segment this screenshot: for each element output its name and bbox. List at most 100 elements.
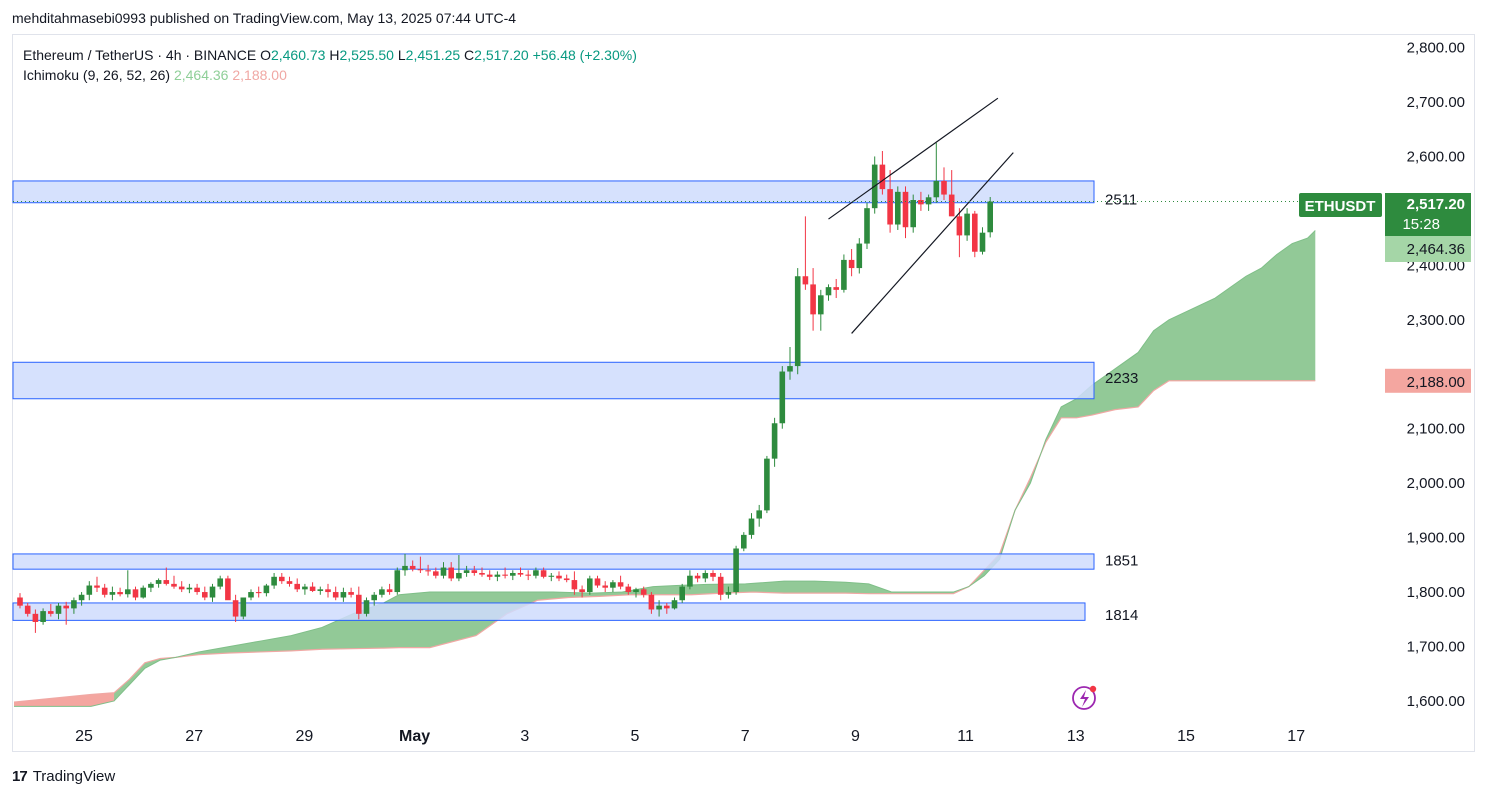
candle-body[interactable] bbox=[579, 589, 585, 593]
candle-body[interactable] bbox=[510, 572, 516, 576]
candle-body[interactable] bbox=[556, 575, 562, 579]
candle-body[interactable] bbox=[279, 576, 285, 582]
candle-body[interactable] bbox=[363, 600, 370, 614]
candle-body[interactable] bbox=[425, 570, 431, 572]
candle-body[interactable] bbox=[24, 605, 31, 614]
candle-body[interactable] bbox=[625, 586, 632, 593]
candle-body[interactable] bbox=[825, 287, 832, 296]
candle-body[interactable] bbox=[486, 574, 493, 577]
candle-body[interactable] bbox=[332, 592, 339, 598]
candle-body[interactable] bbox=[895, 191, 901, 225]
candle-body[interactable] bbox=[71, 600, 77, 609]
candle-body[interactable] bbox=[448, 567, 454, 579]
candle-body[interactable] bbox=[987, 201, 993, 233]
candle-body[interactable] bbox=[209, 586, 216, 598]
candle-body[interactable] bbox=[55, 605, 62, 614]
candle-body[interactable] bbox=[794, 276, 801, 367]
candle-body[interactable] bbox=[101, 587, 108, 595]
candle-body[interactable] bbox=[240, 597, 247, 617]
candle-body[interactable] bbox=[263, 585, 270, 594]
candle-body[interactable] bbox=[710, 572, 716, 577]
candle-body[interactable] bbox=[972, 213, 978, 252]
candle-body[interactable] bbox=[571, 580, 578, 590]
candle-body[interactable] bbox=[463, 570, 470, 573]
candle-body[interactable] bbox=[94, 585, 100, 588]
candle-body[interactable] bbox=[402, 565, 408, 571]
candle-body[interactable] bbox=[456, 572, 462, 579]
candle-body[interactable] bbox=[679, 586, 685, 601]
candle-body[interactable] bbox=[887, 189, 893, 225]
candle-body[interactable] bbox=[433, 571, 439, 576]
support-resistance-zone[interactable] bbox=[12, 553, 1095, 570]
candle-body[interactable] bbox=[309, 586, 316, 591]
candle-body[interactable] bbox=[617, 582, 624, 587]
candle-body[interactable] bbox=[664, 605, 670, 609]
candle-body[interactable] bbox=[948, 194, 955, 217]
candle-body[interactable] bbox=[694, 575, 701, 579]
candle-body[interactable] bbox=[540, 570, 547, 577]
candle-body[interactable] bbox=[602, 585, 608, 588]
candle-body[interactable] bbox=[117, 592, 123, 595]
candle-body[interactable] bbox=[533, 570, 539, 576]
candle-body[interactable] bbox=[856, 243, 863, 269]
candle-body[interactable] bbox=[17, 597, 23, 606]
candle-body[interactable] bbox=[317, 589, 324, 591]
candle-body[interactable] bbox=[717, 576, 724, 595]
candle-body[interactable] bbox=[148, 583, 154, 588]
candle-body[interactable] bbox=[125, 589, 131, 595]
candle-body[interactable] bbox=[741, 534, 747, 549]
candle-body[interactable] bbox=[409, 565, 416, 570]
candle-body[interactable] bbox=[802, 276, 809, 285]
candle-body[interactable] bbox=[217, 578, 223, 587]
support-resistance-zone[interactable] bbox=[12, 602, 1086, 621]
candle-body[interactable] bbox=[255, 592, 262, 594]
candle-body[interactable] bbox=[202, 592, 208, 598]
candle-body[interactable] bbox=[563, 578, 570, 581]
candle-body[interactable] bbox=[756, 510, 762, 519]
candle-body[interactable] bbox=[548, 575, 555, 577]
candle-body[interactable] bbox=[371, 594, 377, 601]
candle-body[interactable] bbox=[155, 580, 162, 584]
support-resistance-zone[interactable] bbox=[12, 180, 1095, 204]
support-resistance-zone[interactable] bbox=[12, 361, 1095, 400]
candle-body[interactable] bbox=[232, 600, 239, 617]
candle-body[interactable] bbox=[702, 572, 709, 579]
candle-body[interactable] bbox=[394, 570, 401, 593]
candle-body[interactable] bbox=[671, 600, 678, 609]
candle-body[interactable] bbox=[725, 592, 732, 595]
candle-body[interactable] bbox=[818, 295, 824, 315]
candle-body[interactable] bbox=[656, 605, 662, 610]
candle-body[interactable] bbox=[325, 589, 331, 593]
candle-body[interactable] bbox=[225, 578, 231, 601]
candle-body[interactable] bbox=[594, 578, 601, 586]
candle-body[interactable] bbox=[186, 587, 193, 590]
candle-body[interactable] bbox=[848, 259, 855, 269]
candle-body[interactable] bbox=[63, 605, 69, 609]
candle-body[interactable] bbox=[386, 589, 393, 593]
candle-body[interactable] bbox=[687, 575, 693, 587]
candle-body[interactable] bbox=[525, 574, 531, 576]
candle-body[interactable] bbox=[140, 587, 146, 598]
candle-body[interactable] bbox=[178, 586, 185, 590]
candle-body[interactable] bbox=[502, 574, 508, 576]
candle-body[interactable] bbox=[417, 569, 424, 571]
candle-body[interactable] bbox=[879, 164, 886, 190]
candle-body[interactable] bbox=[640, 589, 647, 595]
candle-body[interactable] bbox=[910, 200, 916, 228]
candle-body[interactable] bbox=[925, 197, 932, 205]
candle-body[interactable] bbox=[964, 213, 970, 236]
candle-body[interactable] bbox=[941, 180, 947, 195]
candle-body[interactable] bbox=[440, 567, 447, 576]
candle-body[interactable] bbox=[733, 548, 739, 593]
candle-body[interactable] bbox=[286, 581, 293, 584]
candle-body[interactable] bbox=[494, 574, 501, 577]
candle-body[interactable] bbox=[248, 592, 254, 598]
candle-body[interactable] bbox=[163, 580, 170, 584]
candle-body[interactable] bbox=[271, 576, 277, 586]
candle-body[interactable] bbox=[979, 232, 986, 252]
candle-body[interactable] bbox=[787, 366, 793, 372]
candle-body[interactable] bbox=[132, 589, 139, 598]
price-chart[interactable]: 25112233185118142,800.002,700.002,600.00… bbox=[0, 0, 1488, 799]
candle-body[interactable] bbox=[902, 191, 909, 228]
candle-body[interactable] bbox=[833, 287, 839, 290]
